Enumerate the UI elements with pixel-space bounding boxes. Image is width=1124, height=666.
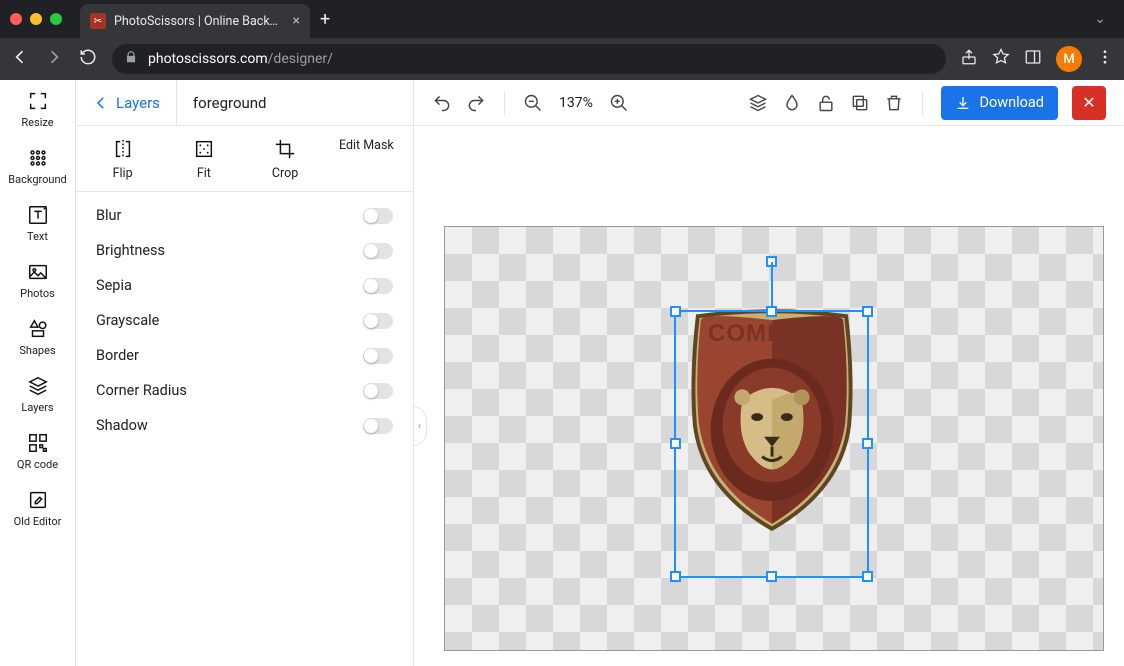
rail-resize[interactable]: Resize <box>4 90 72 129</box>
rail-label: Old Editor <box>14 515 62 528</box>
window-dropdown-icon[interactable]: ⌄ <box>1094 11 1106 27</box>
adjust-blur: Blur <box>76 198 413 233</box>
unlock-icon[interactable] <box>816 93 836 113</box>
back-to-layers-label: Layers <box>116 94 160 112</box>
redo-icon[interactable] <box>466 93 486 113</box>
adjust-grayscale: Grayscale <box>76 303 413 338</box>
layer-name: foreground <box>177 94 283 112</box>
toggle-corner-radius[interactable] <box>363 383 393 399</box>
rail-label: Background <box>8 173 66 186</box>
rail-label: Resize <box>21 116 53 129</box>
toggle-brightness[interactable] <box>363 243 393 259</box>
tab-close-icon[interactable]: × <box>293 13 300 29</box>
handle-top-mid[interactable] <box>766 306 777 317</box>
window-maximize-dot[interactable] <box>50 13 62 25</box>
canvas-stage[interactable]: ‹ <box>414 126 1124 666</box>
rail-label: Photos <box>20 287 55 300</box>
handle-top-right[interactable] <box>862 306 873 317</box>
rail-photos[interactable]: Photos <box>4 261 72 300</box>
zoom-out-icon[interactable] <box>523 93 543 113</box>
undo-icon[interactable] <box>432 93 452 113</box>
tool-crop[interactable]: Crop <box>255 138 315 181</box>
properties-panel: Layers foreground Flip Fit Crop Edit Mas… <box>76 80 414 666</box>
tool-fit[interactable]: Fit <box>174 138 234 181</box>
toggle-border[interactable] <box>363 348 393 364</box>
url-text: photoscissors.com/designer/ <box>148 51 333 67</box>
window-minimize-dot[interactable] <box>30 13 42 25</box>
adjust-brightness: Brightness <box>76 233 413 268</box>
rail-qrcode[interactable]: QR code <box>4 432 72 471</box>
zoom-level[interactable]: 137% <box>559 95 593 111</box>
selection-box[interactable] <box>674 310 869 578</box>
adjust-shadow: Shadow <box>76 408 413 443</box>
zoom-in-icon[interactable] <box>609 93 629 113</box>
rail-background[interactable]: Background <box>4 147 72 186</box>
browser-toolbar: photoscissors.com/designer/ M <box>0 38 1124 80</box>
adjust-sepia: Sepia <box>76 268 413 303</box>
adjustments-list: Blur Brightness Sepia Grayscale Border C… <box>76 192 413 449</box>
nav-reload-icon[interactable] <box>78 48 98 70</box>
browser-titlebar: PhotoScissors | Online Backgr… × + ⌄ <box>0 0 1124 38</box>
adjust-border: Border <box>76 338 413 373</box>
window-close-dot[interactable] <box>10 13 22 25</box>
favicon-icon <box>90 13 106 29</box>
rail-label: Layers <box>21 401 53 414</box>
handle-bottom-left[interactable] <box>670 571 681 582</box>
panel-collapse-handle[interactable]: ‹ <box>414 406 427 446</box>
duplicate-icon[interactable] <box>850 93 870 113</box>
share-icon[interactable] <box>960 48 978 70</box>
address-bar[interactable]: photoscissors.com/designer/ <box>112 44 946 74</box>
rail-label: Shapes <box>19 344 55 357</box>
rail-shapes[interactable]: Shapes <box>4 318 72 357</box>
back-to-layers-button[interactable]: Layers <box>76 80 177 125</box>
browser-tab[interactable]: PhotoScissors | Online Backgr… × <box>80 4 310 38</box>
rail-label: Text <box>27 230 48 243</box>
adjust-corner-radius: Corner Radius <box>76 373 413 408</box>
canvas-area: 137% Download ✕ ‹ <box>414 80 1124 666</box>
handle-mid-left[interactable] <box>670 438 681 449</box>
profile-avatar[interactable]: M <box>1056 46 1082 72</box>
rail-old-editor[interactable]: Old Editor <box>4 489 72 528</box>
toggle-sepia[interactable] <box>363 278 393 294</box>
lock-icon <box>124 50 138 68</box>
close-button[interactable]: ✕ <box>1072 86 1106 120</box>
rail-layers[interactable]: Layers <box>4 375 72 414</box>
nav-forward-icon[interactable] <box>44 47 64 71</box>
trash-icon[interactable] <box>884 93 904 113</box>
handle-mid-right[interactable] <box>862 438 873 449</box>
rail-text[interactable]: Text <box>4 204 72 243</box>
canvas-toolbar: 137% Download ✕ <box>414 80 1124 126</box>
tab-title: PhotoScissors | Online Backgr… <box>114 14 285 29</box>
layers-icon[interactable] <box>748 93 768 113</box>
handle-bottom-right[interactable] <box>862 571 873 582</box>
side-panel-icon[interactable] <box>1024 48 1042 70</box>
toggle-grayscale[interactable] <box>363 313 393 329</box>
tool-edit-mask[interactable]: Edit Mask <box>336 138 396 153</box>
nav-back-icon[interactable] <box>10 47 30 71</box>
toggle-shadow[interactable] <box>363 418 393 434</box>
new-tab-button[interactable]: + <box>320 9 330 30</box>
kebab-menu-icon[interactable] <box>1096 48 1114 70</box>
droplet-icon[interactable] <box>782 93 802 113</box>
toggle-blur[interactable] <box>363 208 393 224</box>
handle-bottom-mid[interactable] <box>766 571 777 582</box>
download-button[interactable]: Download <box>941 86 1058 120</box>
rail-label: QR code <box>17 458 58 471</box>
left-rail: Resize Background Text Photos Shapes Lay… <box>0 80 76 666</box>
bookmark-star-icon[interactable] <box>992 48 1010 70</box>
handle-top-left[interactable] <box>670 306 681 317</box>
tool-flip[interactable]: Flip <box>93 138 153 181</box>
